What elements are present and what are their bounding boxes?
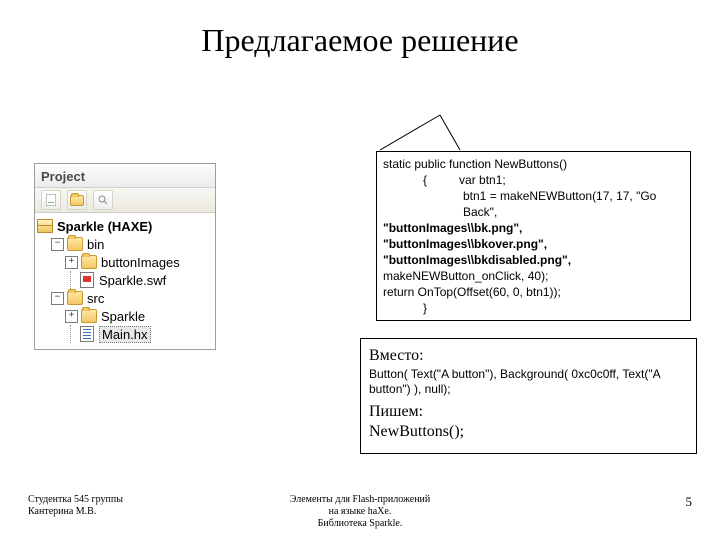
- tree-node-src: − src: [51, 289, 213, 307]
- folder-icon: [67, 291, 83, 305]
- slide-number: 5: [686, 494, 693, 510]
- tree-node-bin: − bin: [51, 235, 213, 253]
- code-box: static public function NewButtons() {var…: [376, 151, 691, 321]
- tree-label: bin: [87, 237, 104, 252]
- tree-node-buttonimages: + buttonImages: [65, 253, 213, 271]
- code-line: makeNEWButton_onClick, 40);: [383, 268, 684, 284]
- write-heading: Пишем:: [369, 403, 688, 421]
- tree-label: Sparkle.swf: [99, 273, 166, 288]
- search-icon: [93, 190, 113, 210]
- instead-box: Вместо: Button( Text("A button"), Backgr…: [360, 338, 697, 454]
- folder-icon: [67, 190, 87, 210]
- project-panel: Project Sparkle (HAXE) − bin + buttonIma…: [34, 163, 216, 350]
- tree-rail: [65, 325, 76, 343]
- tree-node-sparkle: + Sparkle: [65, 307, 213, 325]
- tree-node-swf: Sparkle.swf: [65, 271, 213, 289]
- tree-rail: [65, 271, 76, 289]
- tree-label-selected: Main.hx: [99, 326, 151, 343]
- tree: Sparkle (HAXE) − bin + buttonImages Spar…: [35, 213, 215, 349]
- code-line: "buttonImages\\bkdisabled.png",: [383, 252, 684, 268]
- tree-label: src: [87, 291, 104, 306]
- instead-code: Button( Text("A button"), Background( 0x…: [369, 367, 688, 397]
- footer-title: Элементы для Flash-приложений на языке h…: [0, 494, 720, 530]
- folder-icon: [67, 237, 83, 251]
- code-line: {var btn1;: [383, 172, 684, 188]
- code-line: }: [383, 300, 684, 316]
- write-code: NewButtons();: [369, 423, 688, 441]
- package-icon: [37, 219, 53, 233]
- tree-label: Sparkle (HAXE): [57, 219, 152, 234]
- folder-icon: [81, 255, 97, 269]
- panel-toolbar: [35, 188, 215, 213]
- instead-heading: Вместо:: [369, 347, 688, 365]
- collapse-icon: −: [51, 292, 64, 305]
- tree-node-main: Main.hx: [65, 325, 213, 343]
- tree-label: Sparkle: [101, 309, 145, 324]
- code-line: btn1 = makeNEWButton(17, 17, "Go Back",: [383, 188, 684, 220]
- folder-icon: [81, 309, 97, 323]
- tree-root: Sparkle (HAXE): [37, 217, 213, 235]
- code-line: static public function NewButtons(): [383, 156, 684, 172]
- slide-title: Предлагаемое решение: [0, 22, 720, 59]
- hx-file-icon: [79, 327, 95, 341]
- new-file-icon: [41, 190, 61, 210]
- code-line: return OnTop(Offset(60, 0, btn1));: [383, 284, 684, 300]
- tree-label: buttonImages: [101, 255, 180, 270]
- collapse-icon: −: [51, 238, 64, 251]
- panel-header: Project: [35, 164, 215, 188]
- code-line: "buttonImages\\bk.png",: [383, 220, 684, 236]
- expand-icon: +: [65, 310, 78, 323]
- expand-icon: +: [65, 256, 78, 269]
- swf-file-icon: [79, 273, 95, 287]
- code-line: "buttonImages\\bkover.png",: [383, 236, 684, 252]
